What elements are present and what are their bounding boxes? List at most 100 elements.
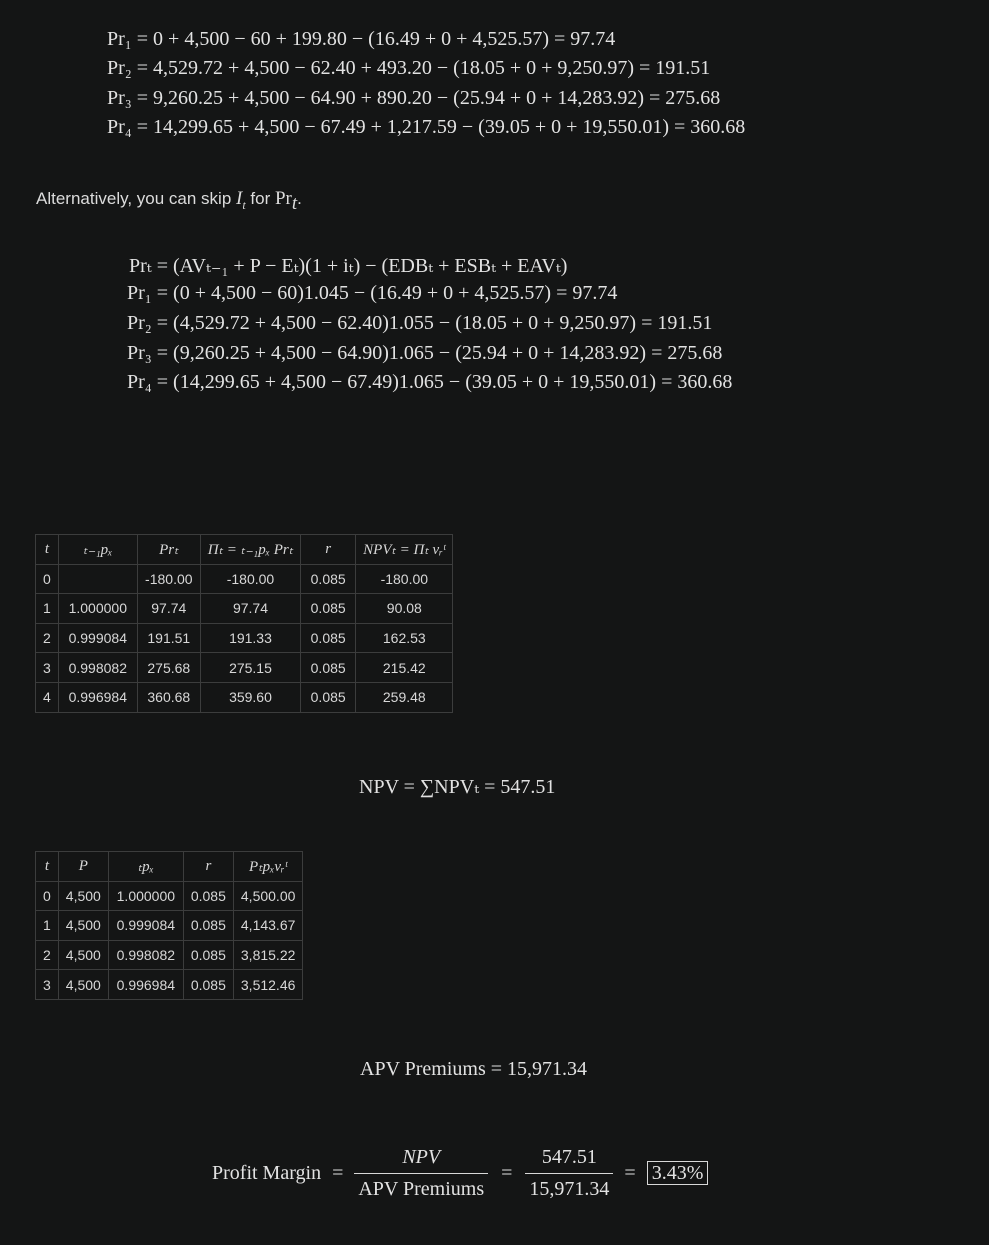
col-header-pi: Πₜ = ₜ₋₁pₓ Prₜ bbox=[199, 534, 302, 565]
cell: 1.000000 bbox=[107, 880, 184, 912]
cell: 0.085 bbox=[182, 939, 234, 971]
cell: 215.42 bbox=[355, 652, 454, 683]
cell: 4,500 bbox=[57, 880, 109, 912]
equals-sign: = bbox=[501, 1162, 513, 1184]
cell: 0.085 bbox=[182, 880, 234, 912]
cell: 4,143.67 bbox=[232, 910, 304, 941]
prose-before: Alternatively, you can skip bbox=[36, 189, 236, 208]
cell: 1 bbox=[35, 593, 59, 624]
cell: 0.085 bbox=[300, 652, 357, 683]
equation-line: Pr₄ = (14,299.65 + 4,500 − 67.49)1.065 −… bbox=[127, 371, 733, 393]
equation-line: Pr₁ = (0 + 4,500 − 60)1.045 − (16.49 + 0… bbox=[127, 282, 618, 304]
cell: 4,500 bbox=[57, 969, 109, 1000]
table-header-row: t ₜ₋₁pₓ Prₜ Πₜ = ₜ₋₁pₓ Prₜ r NPVₜ = Πₜ v… bbox=[35, 534, 454, 565]
fraction-numerator: 547.51 bbox=[525, 1146, 614, 1174]
col-header-survival: ₜ₋₁pₓ bbox=[57, 534, 138, 565]
col-header-t: t bbox=[35, 851, 59, 882]
fraction-denominator: APV Premiums bbox=[358, 1178, 485, 1200]
cell: 97.74 bbox=[199, 593, 302, 624]
cell bbox=[57, 563, 138, 595]
variable-pr: Prt bbox=[274, 188, 298, 214]
cell: 259.48 bbox=[355, 681, 454, 713]
fraction-values: 547.51 15,971.34 bbox=[525, 1146, 614, 1201]
npv-sum-equation: NPV = ∑NPVₜ = 547.51 bbox=[359, 776, 556, 798]
fraction-denominator: 15,971.34 bbox=[529, 1178, 610, 1200]
equation-line: Pr₂ = 4,529.72 + 4,500 − 62.40 + 493.20 … bbox=[107, 57, 711, 79]
cell: 1.000000 bbox=[57, 593, 138, 624]
cell: 0.996984 bbox=[57, 681, 138, 713]
cell: 0.085 bbox=[182, 969, 234, 1000]
table-row: 0 4,500 1.000000 0.085 4,500.00 bbox=[35, 880, 304, 912]
profit-margin-result: 3.43% bbox=[646, 1161, 709, 1185]
col-header-t: t bbox=[35, 534, 59, 565]
col-header-premium: P bbox=[57, 851, 109, 882]
table-row: 2 0.999084 191.51 191.33 0.085 162.53 bbox=[35, 622, 454, 654]
cell: 4,500 bbox=[57, 939, 109, 971]
prose-middle: for bbox=[245, 189, 275, 208]
cell: 3 bbox=[35, 969, 59, 1000]
cell: 0 bbox=[35, 880, 59, 912]
table-row: 2 4,500 0.998082 0.085 3,815.22 bbox=[35, 939, 304, 971]
cell: 97.74 bbox=[136, 593, 201, 624]
cell: 191.33 bbox=[199, 622, 302, 654]
cell: 90.08 bbox=[355, 593, 454, 624]
table-row: 1 1.000000 97.74 97.74 0.085 90.08 bbox=[35, 593, 454, 624]
cell: 4,500 bbox=[57, 910, 109, 941]
equals-sign: = bbox=[332, 1162, 344, 1184]
equation-line: Pr₄ = 14,299.65 + 4,500 − 67.49 + 1,217.… bbox=[107, 116, 746, 138]
col-header-npv: NPVₜ = Πₜ vᵣᵗ bbox=[355, 534, 454, 565]
cell: 0.998082 bbox=[57, 652, 138, 683]
cell: 275.68 bbox=[136, 652, 201, 683]
apv-premiums-equation: APV Premiums = 15,971.34 bbox=[360, 1058, 588, 1080]
cell: 359.60 bbox=[199, 681, 302, 713]
cell: 191.51 bbox=[136, 622, 201, 654]
prose-end: . bbox=[297, 189, 302, 208]
col-header-pv-premium: Pₜpₓvᵣᵗ bbox=[232, 851, 304, 882]
cell: 0.085 bbox=[182, 910, 234, 941]
equals-sign: = bbox=[624, 1162, 636, 1184]
cell: -180.00 bbox=[136, 563, 201, 595]
col-header-profit: Prₜ bbox=[136, 534, 201, 565]
col-header-rate: r bbox=[182, 851, 234, 882]
cell: 0 bbox=[35, 563, 59, 595]
cell: 3,815.22 bbox=[232, 939, 304, 971]
premium-table: t P ₜpₓ r Pₜpₓvᵣᵗ 0 4,500 1.000000 0.085… bbox=[35, 851, 304, 1000]
cell: 0.998082 bbox=[107, 939, 184, 971]
equation-line: Pr₃ = (9,260.25 + 4,500 − 64.90)1.065 − … bbox=[127, 342, 723, 364]
cell: 162.53 bbox=[355, 622, 454, 654]
cell: 2 bbox=[35, 622, 59, 654]
col-header-rate: r bbox=[300, 534, 357, 565]
cell: 0.085 bbox=[300, 593, 357, 624]
equation-line: Prₜ = (AVₜ₋₁ + P − Eₜ)(1 + iₜ) − (EDBₜ +… bbox=[129, 255, 568, 277]
cell: 275.15 bbox=[199, 652, 302, 683]
fraction-npv-over-apv: NPV APV Premiums bbox=[354, 1146, 489, 1201]
cell: 3,512.46 bbox=[232, 969, 304, 1000]
table-row: 0 -180.00 -180.00 0.085 -180.00 bbox=[35, 563, 454, 595]
cell: 0.999084 bbox=[57, 622, 138, 654]
cell: 0.996984 bbox=[107, 969, 184, 1000]
table-header-row: t P ₜpₓ r Pₜpₓvᵣᵗ bbox=[35, 851, 304, 882]
profit-margin-label: Profit Margin bbox=[212, 1162, 322, 1184]
cell: 0.999084 bbox=[107, 910, 184, 941]
table-row: 4 0.996984 360.68 359.60 0.085 259.48 bbox=[35, 681, 454, 713]
equation-line: Pr₂ = (4,529.72 + 4,500 − 62.40)1.055 − … bbox=[127, 312, 713, 334]
cell: -180.00 bbox=[199, 563, 302, 595]
cell: 2 bbox=[35, 939, 59, 971]
equation-line: Pr₁ = 0 + 4,500 − 60 + 199.80 − (16.49 +… bbox=[107, 28, 616, 50]
cell: 4,500.00 bbox=[232, 880, 304, 912]
cell: 0.085 bbox=[300, 563, 357, 595]
table-row: 3 0.998082 275.68 275.15 0.085 215.42 bbox=[35, 652, 454, 683]
cell: 1 bbox=[35, 910, 59, 941]
col-header-survival: ₜpₓ bbox=[107, 851, 184, 882]
profit-table: t ₜ₋₁pₓ Prₜ Πₜ = ₜ₋₁pₓ Prₜ r NPVₜ = Πₜ v… bbox=[35, 534, 454, 713]
prose-text: Alternatively, you can skip It for Prt. bbox=[36, 188, 302, 215]
variable-i: It bbox=[236, 188, 246, 212]
cell: 0.085 bbox=[300, 681, 357, 713]
cell: 4 bbox=[35, 681, 59, 713]
fraction-numerator: NPV bbox=[354, 1146, 489, 1174]
cell: -180.00 bbox=[355, 563, 454, 595]
cell: 0.085 bbox=[300, 622, 357, 654]
profit-margin-equation: Profit Margin = NPV APV Premiums = 547.5… bbox=[212, 1146, 709, 1201]
cell: 3 bbox=[35, 652, 59, 683]
table-row: 1 4,500 0.999084 0.085 4,143.67 bbox=[35, 910, 304, 941]
